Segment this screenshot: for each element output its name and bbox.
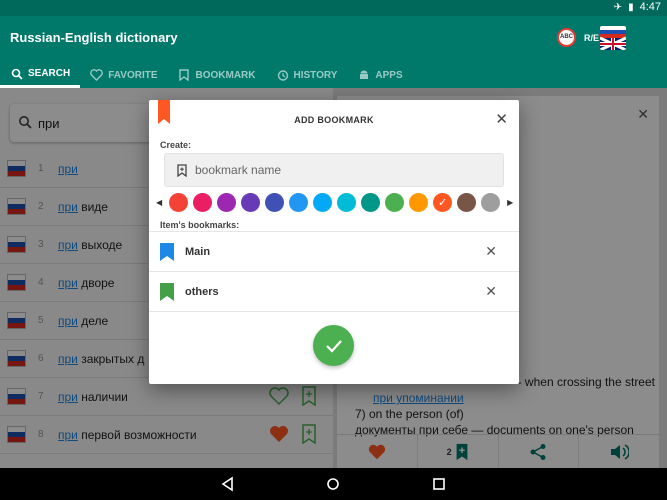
tab-apps-label: APPS <box>375 69 403 81</box>
color-swatch[interactable] <box>169 192 189 212</box>
dialog-title: ADD BOOKMARK <box>294 115 374 125</box>
items-bookmarks-label: Item's bookmarks: <box>160 220 240 230</box>
color-swatch[interactable] <box>361 192 381 212</box>
confirm-button[interactable] <box>313 325 354 366</box>
bookmark-icon <box>160 283 174 301</box>
color-swatch[interactable] <box>241 192 261 212</box>
close-icon[interactable]: ✕ <box>495 110 508 128</box>
tab-search-label: SEARCH <box>28 68 71 79</box>
tab-favorite[interactable]: FAVORITE <box>80 62 167 88</box>
bookmark-name: others <box>185 285 219 298</box>
language-direction-label[interactable]: R/E <box>584 33 599 43</box>
no-ads-icon[interactable]: ABC <box>557 28 576 47</box>
bookmark-list: Main ✕ others ✕ <box>149 231 519 312</box>
arrow-right-icon[interactable]: ▶ <box>507 198 513 207</box>
remove-icon[interactable]: ✕ <box>485 243 497 260</box>
recents-icon[interactable] <box>431 476 447 492</box>
search-icon <box>10 67 23 80</box>
app-bar: Russian-English dictionary ABC R/E SEARC… <box>0 16 667 88</box>
history-icon <box>276 69 289 82</box>
color-swatch[interactable] <box>289 192 309 212</box>
color-swatch[interactable] <box>385 192 405 212</box>
bookmark-row[interactable]: Main ✕ <box>149 232 519 272</box>
tab-favorite-label: FAVORITE <box>108 69 158 81</box>
color-swatch[interactable] <box>481 192 501 212</box>
bookmark-icon <box>160 243 174 261</box>
arrow-left-icon[interactable]: ◀ <box>156 198 162 207</box>
color-swatch[interactable] <box>313 192 333 212</box>
bookmark-row[interactable]: others ✕ <box>149 272 519 312</box>
language-flag-icon[interactable] <box>600 26 626 50</box>
bookmark-name: Main <box>185 245 211 258</box>
bookmark-name-field[interactable] <box>164 153 504 187</box>
create-label: Create: <box>160 140 192 150</box>
color-swatch-selected[interactable]: ✓ <box>433 192 453 212</box>
tab-history[interactable]: HISTORY <box>266 62 348 88</box>
color-picker: ◀ ✓ ▶ <box>156 192 513 212</box>
bookmark-name-input[interactable] <box>195 163 475 177</box>
battery-icon: ▮ <box>628 1 634 13</box>
color-swatch[interactable] <box>193 192 213 212</box>
color-swatch-row: ✓ <box>169 192 501 212</box>
airplane-icon: ✈ <box>613 1 623 13</box>
remove-icon[interactable]: ✕ <box>485 283 497 300</box>
add-bookmark-dialog: ADD BOOKMARK ✕ Create: ◀ ✓ ▶ Item's book… <box>149 100 519 384</box>
color-swatch[interactable] <box>217 192 237 212</box>
system-nav-bar <box>0 468 667 500</box>
bookmark-outline-icon <box>177 163 187 177</box>
android-icon <box>357 69 370 82</box>
heart-icon <box>90 69 104 82</box>
tab-search[interactable]: SEARCH <box>0 62 81 88</box>
tab-bar: SEARCH FAVORITE BOOKMARK HISTORY APPS <box>0 62 667 88</box>
status-time: 4:47 <box>639 1 661 13</box>
back-icon[interactable] <box>220 476 236 492</box>
color-swatch[interactable] <box>337 192 357 212</box>
tab-apps[interactable]: APPS <box>347 62 412 88</box>
color-swatch[interactable] <box>457 192 477 212</box>
status-bar: ✈ ▮ 4:47 <box>0 0 667 16</box>
tab-history-label: HISTORY <box>293 69 338 81</box>
app-title: Russian-English dictionary <box>10 30 178 45</box>
bookmark-icon <box>178 69 191 82</box>
tab-bookmark-label: BOOKMARK <box>195 69 256 81</box>
color-swatch[interactable] <box>265 192 285 212</box>
home-icon[interactable] <box>325 476 341 492</box>
tab-bookmark[interactable]: BOOKMARK <box>168 62 266 88</box>
color-swatch[interactable] <box>409 192 429 212</box>
checkmark-icon <box>325 339 342 353</box>
